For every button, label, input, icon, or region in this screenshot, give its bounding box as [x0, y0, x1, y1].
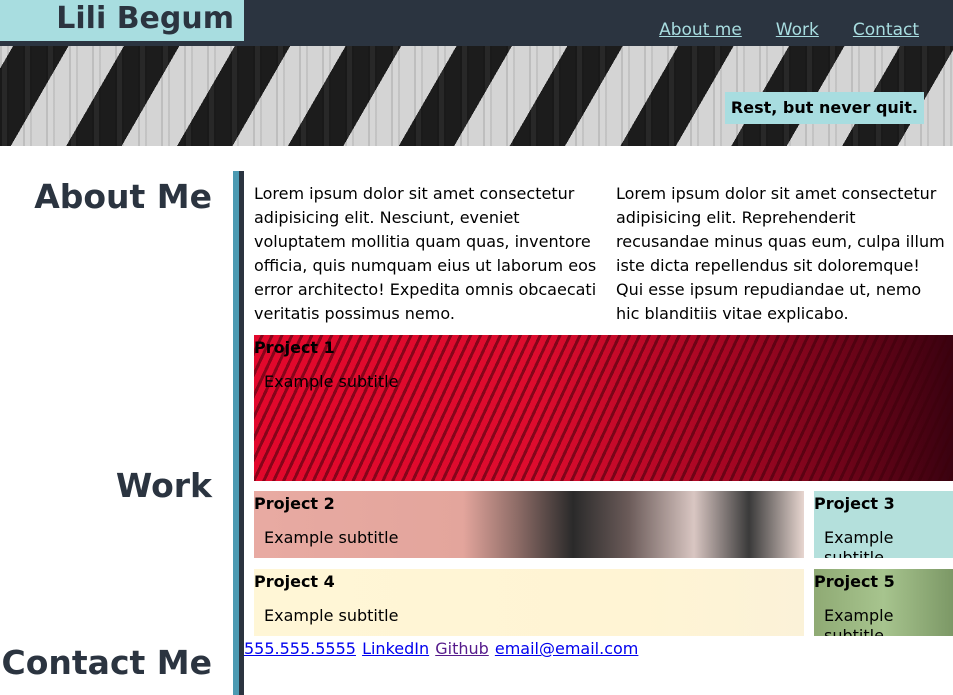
project-card-3[interactable]: Project 3 Example subtitle — [814, 491, 953, 558]
github-link[interactable]: Github — [435, 639, 489, 658]
project-title: Project 1 — [254, 338, 335, 357]
main-nav: About me Work Contact — [659, 20, 919, 40]
contact-heading: Contact Me — [1, 643, 212, 682]
contact-links: 555.555.5555 LinkedIn Github email@email… — [244, 639, 639, 659]
project-subtitle: Example subtitle — [824, 606, 894, 636]
project-card-2[interactable]: Project 2 Example subtitle — [254, 491, 804, 558]
email-link[interactable]: email@email.com — [495, 639, 639, 658]
project-card-5[interactable]: Project 5 Example subtitle — [814, 569, 953, 636]
project-subtitle: Example subtitle — [264, 606, 399, 625]
nav-link-contact[interactable]: Contact — [853, 20, 919, 40]
linkedin-link[interactable]: LinkedIn — [362, 639, 429, 658]
about-text-right: Lorem ipsum dolor sit amet consectetur a… — [616, 184, 945, 323]
about-heading: About Me — [34, 177, 212, 216]
project-subtitle: Example subtitle — [264, 372, 399, 391]
hero-banner: Rest, but never quit. — [0, 46, 953, 146]
nav-link-work[interactable]: Work — [776, 20, 819, 40]
project-title: Project 2 — [254, 494, 335, 513]
hero-tagline: Rest, but never quit. — [724, 92, 924, 124]
project-card-1[interactable]: Project 1 Example subtitle — [254, 335, 953, 481]
phone-link[interactable]: 555.555.5555 — [244, 639, 356, 658]
project-title: Project 5 — [814, 572, 895, 591]
header-bar: Lili Begum About me Work Contact — [0, 0, 953, 46]
about-text-left: Lorem ipsum dolor sit amet consectetur a… — [254, 184, 597, 323]
project-title: Project 4 — [254, 572, 335, 591]
site-brand: Lili Begum — [0, 0, 244, 41]
project-subtitle: Example subtitle — [824, 528, 894, 558]
project-subtitle: Example subtitle — [264, 528, 399, 547]
nav-link-about[interactable]: About me — [659, 20, 742, 40]
work-heading: Work — [115, 466, 212, 505]
project-card-4[interactable]: Project 4 Example subtitle — [254, 569, 804, 636]
vertical-divider — [233, 171, 244, 695]
project-title: Project 3 — [814, 494, 895, 513]
